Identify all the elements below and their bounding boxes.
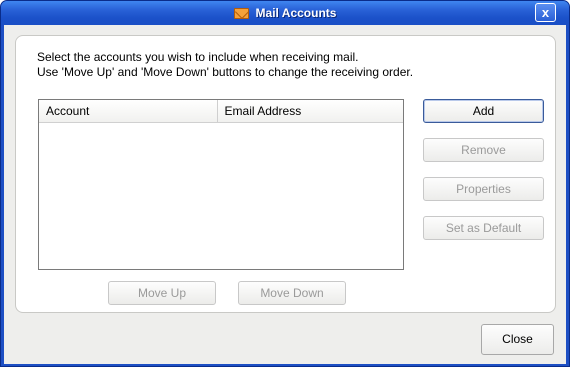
window-title: Mail Accounts xyxy=(255,6,337,20)
properties-button[interactable]: Properties xyxy=(423,177,544,201)
column-header-email-address[interactable]: Email Address xyxy=(218,100,403,122)
close-window-button[interactable]: x xyxy=(535,3,556,22)
instruction-line-1: Select the accounts you wish to include … xyxy=(37,50,359,64)
title-group: Mail Accounts xyxy=(1,1,569,25)
add-button[interactable]: Add xyxy=(423,99,544,123)
accounts-list[interactable]: Account Email Address xyxy=(38,99,404,270)
list-header: Account Email Address xyxy=(39,100,403,123)
close-button[interactable]: Close xyxy=(481,324,554,355)
column-header-account[interactable]: Account xyxy=(39,100,218,122)
instruction-line-2: Use 'Move Up' and 'Move Down' buttons to… xyxy=(37,65,414,79)
remove-button[interactable]: Remove xyxy=(423,138,544,162)
title-bar[interactable]: Mail Accounts x xyxy=(1,1,569,25)
set-as-default-button[interactable]: Set as Default xyxy=(423,216,544,240)
mail-accounts-window: Mail Accounts x Select the accounts you … xyxy=(0,0,570,367)
instructions: Select the accounts you wish to include … xyxy=(37,50,413,80)
move-up-button[interactable]: Move Up xyxy=(108,281,216,305)
mail-icon xyxy=(233,7,249,19)
accounts-panel: Select the accounts you wish to include … xyxy=(15,35,556,313)
move-down-button[interactable]: Move Down xyxy=(238,281,346,305)
dialog-body: Select the accounts you wish to include … xyxy=(4,25,566,364)
